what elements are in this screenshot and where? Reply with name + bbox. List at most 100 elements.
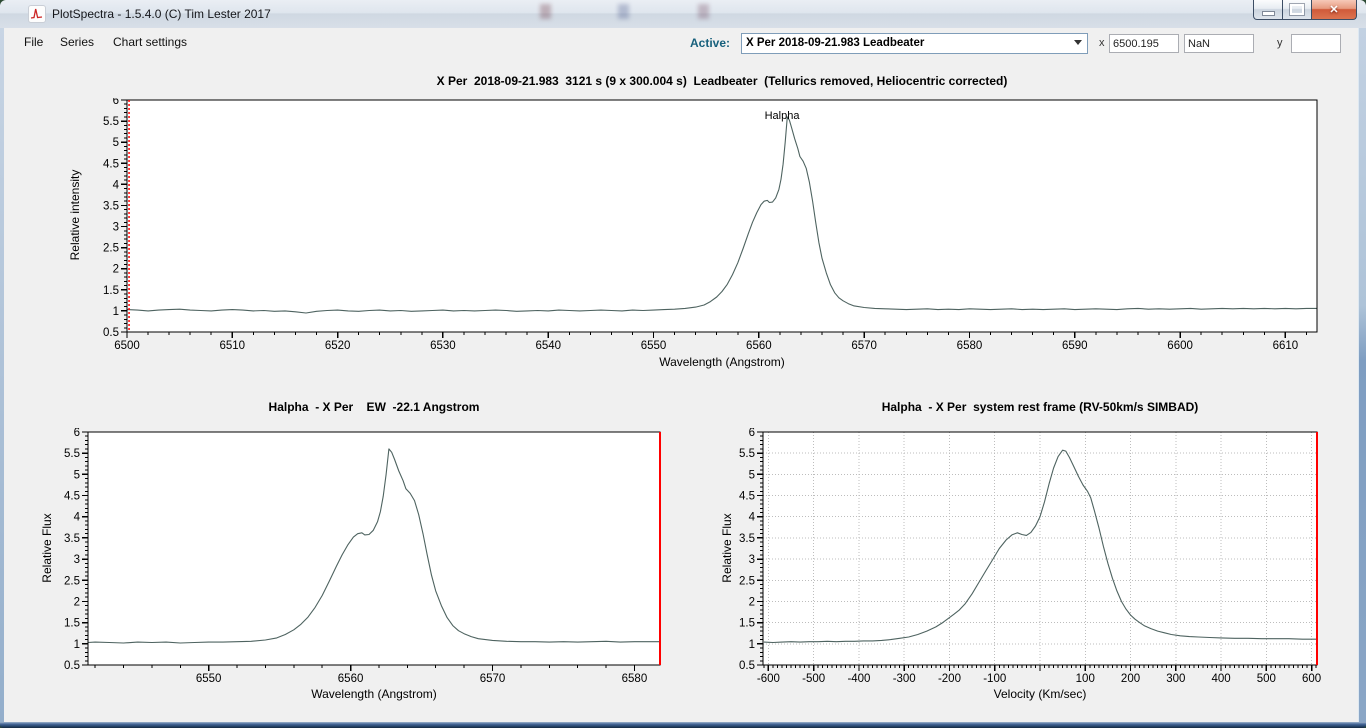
svg-text:Halpha: Halpha: [765, 110, 801, 122]
svg-text:400: 400: [1211, 673, 1230, 685]
chart-title-velocity: Halpha - X Per system rest frame (RV-50k…: [763, 400, 1317, 414]
menu-series[interactable]: Series: [60, 35, 94, 49]
spectrum-chart-velocity[interactable]: -600 -500 -400 -300 -200 -100 100 200 300 400 500 6…: [718, 428, 1363, 690]
svg-text:6610: 6610: [1273, 340, 1299, 352]
svg-text:6: 6: [113, 98, 119, 107]
minimize-icon: [1263, 12, 1274, 15]
svg-text:5.5: 5.5: [103, 116, 119, 128]
svg-text:3: 3: [74, 554, 80, 566]
svg-text:0.5: 0.5: [64, 660, 80, 672]
svg-text:3.5: 3.5: [64, 533, 80, 545]
svg-text:6500: 6500: [114, 340, 140, 352]
svg-text:6540: 6540: [535, 340, 561, 352]
window-controls: ✕: [1254, 0, 1357, 20]
svg-text:4.5: 4.5: [103, 158, 119, 170]
x-coordinate-label: x: [1099, 37, 1105, 49]
svg-text:2: 2: [749, 596, 755, 608]
svg-text:6580: 6580: [622, 673, 648, 685]
svg-text:1: 1: [74, 639, 80, 651]
minimize-button[interactable]: [1253, 0, 1283, 20]
svg-text:0.5: 0.5: [739, 660, 755, 672]
titlebar[interactable]: PlotSpectra - 1.5.4.0 (C) Tim Lester 201…: [0, 0, 1366, 29]
svg-text:6570: 6570: [851, 340, 877, 352]
active-series-dropdown[interactable]: X Per 2018-09-21.983 Leadbeater: [741, 33, 1088, 54]
y-axis-label-main: Relative intensity: [68, 115, 82, 315]
window-title: PlotSpectra - 1.5.4.0 (C) Tim Lester 201…: [52, 7, 271, 21]
x-axis-label-main: Wavelength (Angstrom): [127, 355, 1317, 369]
svg-text:-400: -400: [847, 673, 870, 685]
maximize-button[interactable]: [1282, 0, 1312, 20]
svg-text:6570: 6570: [480, 673, 506, 685]
svg-text:2.5: 2.5: [64, 575, 80, 587]
svg-text:6520: 6520: [325, 340, 351, 352]
maximize-icon: [1290, 4, 1304, 15]
svg-text:6560: 6560: [338, 673, 364, 685]
svg-text:2: 2: [74, 596, 80, 608]
window-frame-bottom: [0, 722, 1366, 728]
spectrum-chart-halpha[interactable]: 6550 6560 6570 6580 0.5 1 1.5 2 2.5 3 3.5 4 4.5 5 5.5 6: [45, 428, 685, 690]
svg-text:4: 4: [74, 512, 81, 524]
svg-text:4: 4: [749, 512, 756, 524]
svg-text:-100: -100: [983, 673, 1006, 685]
svg-text:6580: 6580: [957, 340, 983, 352]
svg-text:6550: 6550: [196, 673, 222, 685]
titlebar-reflection: [540, 4, 551, 19]
app-icon: [28, 5, 46, 23]
svg-text:6560: 6560: [746, 340, 772, 352]
svg-text:5: 5: [749, 469, 755, 481]
svg-text:3.5: 3.5: [739, 533, 755, 545]
svg-text:1.5: 1.5: [103, 285, 119, 297]
svg-text:5: 5: [74, 469, 80, 481]
svg-text:3: 3: [749, 554, 755, 566]
window-frame-left: [0, 28, 4, 722]
svg-text:1: 1: [113, 306, 119, 318]
svg-text:3: 3: [113, 222, 119, 234]
svg-text:5.5: 5.5: [739, 448, 755, 460]
svg-text:2.5: 2.5: [739, 575, 755, 587]
svg-text:1.5: 1.5: [739, 618, 755, 630]
titlebar-reflection: [698, 4, 709, 19]
svg-text:4: 4: [113, 179, 120, 191]
svg-text:2.5: 2.5: [103, 243, 119, 255]
svg-text:-200: -200: [938, 673, 961, 685]
svg-text:6530: 6530: [430, 340, 456, 352]
chart-title-halpha: Halpha - X Per EW -22.1 Angstrom: [88, 400, 660, 414]
chevron-down-icon: [1074, 40, 1082, 45]
y-coordinate-label: y: [1277, 37, 1283, 49]
svg-text:4.5: 4.5: [739, 491, 755, 503]
svg-text:6550: 6550: [641, 340, 667, 352]
app-window: PlotSpectra - 1.5.4.0 (C) Tim Lester 201…: [0, 0, 1366, 728]
svg-text:6: 6: [749, 428, 755, 439]
close-button[interactable]: ✕: [1311, 0, 1357, 20]
menu-file[interactable]: File: [24, 35, 43, 49]
close-icon: ✕: [1329, 3, 1338, 16]
svg-text:6590: 6590: [1062, 340, 1088, 352]
svg-text:1: 1: [749, 639, 755, 651]
menu-chart-settings[interactable]: Chart settings: [113, 35, 187, 49]
svg-text:5.5: 5.5: [64, 448, 80, 460]
x2-coordinate-field[interactable]: [1184, 34, 1254, 53]
svg-text:6600: 6600: [1167, 340, 1193, 352]
svg-text:5: 5: [113, 137, 119, 149]
svg-text:500: 500: [1257, 673, 1276, 685]
chart-title-main: X Per 2018-09-21.983 3121 s (9 x 300.004…: [127, 74, 1317, 88]
x-coordinate-field[interactable]: [1109, 34, 1179, 53]
svg-text:-600: -600: [757, 673, 780, 685]
titlebar-reflection: [618, 4, 629, 19]
svg-text:-300: -300: [893, 673, 916, 685]
svg-text:6: 6: [74, 428, 80, 439]
svg-text:2: 2: [113, 264, 119, 276]
active-series-label: Active:: [690, 36, 730, 50]
svg-text:100: 100: [1076, 673, 1095, 685]
svg-text:-500: -500: [802, 673, 825, 685]
y-coordinate-field[interactable]: [1291, 34, 1341, 53]
svg-text:300: 300: [1166, 673, 1185, 685]
svg-text:200: 200: [1121, 673, 1140, 685]
spectrum-chart-main[interactable]: 6500 6510 6520 6530 6540 6550 6560 6570 6580 6590…: [85, 98, 1325, 356]
svg-text:6510: 6510: [220, 340, 246, 352]
svg-text:3.5: 3.5: [103, 200, 119, 212]
svg-text:4.5: 4.5: [64, 491, 80, 503]
svg-text:600: 600: [1302, 673, 1321, 685]
x-axis-label-velocity: Velocity (Km/sec): [763, 687, 1317, 701]
svg-text:1.5: 1.5: [64, 618, 80, 630]
